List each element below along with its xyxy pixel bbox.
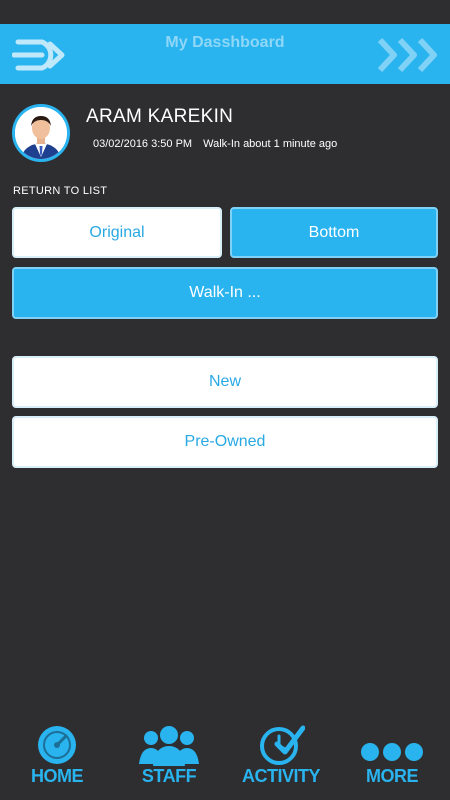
avatar xyxy=(12,104,70,162)
bottom-tab-bar: HOME STAFF ACTIVITY MORE xyxy=(0,716,450,800)
tab-activity-label: ACTIVITY xyxy=(241,766,321,786)
tab-home-label: HOME xyxy=(31,766,84,786)
status-bar xyxy=(0,0,450,24)
customer-profile: ARAM KAREKIN 03/02/2016 3:50 PM Walk-In … xyxy=(12,104,442,164)
tab-activity[interactable]: ACTIVITY xyxy=(236,716,326,800)
customer-name: ARAM KAREKIN xyxy=(86,106,234,127)
gauge-icon xyxy=(38,726,76,764)
more-dots-icon xyxy=(361,743,423,761)
tab-more-label: MORE xyxy=(366,766,419,786)
forward-chevrons-icon[interactable] xyxy=(376,34,442,76)
app-header: My Dasshboard xyxy=(0,24,450,84)
visit-datetime: 03/02/2016 3:50 PM xyxy=(93,138,193,150)
visit-info: 03/02/2016 3:50 PM Walk-In about 1 minut… xyxy=(93,138,337,150)
original-button[interactable]: Original xyxy=(12,207,222,258)
tab-staff[interactable]: STAFF xyxy=(124,716,214,800)
tab-more[interactable]: MORE xyxy=(347,716,437,800)
people-icon xyxy=(139,726,199,766)
clock-check-icon xyxy=(260,725,305,765)
new-button[interactable]: New xyxy=(12,356,438,408)
bottom-button[interactable]: Bottom xyxy=(230,207,438,258)
walk-in-button[interactable]: Walk-In ... xyxy=(12,267,438,319)
visit-status: Walk-In about 1 minute ago xyxy=(203,138,338,150)
tab-home[interactable]: HOME xyxy=(12,716,102,800)
pre-owned-button[interactable]: Pre-Owned xyxy=(12,416,438,468)
tab-staff-label: STAFF xyxy=(141,766,197,786)
return-to-list-link[interactable]: RETURN TO LIST xyxy=(13,185,107,197)
